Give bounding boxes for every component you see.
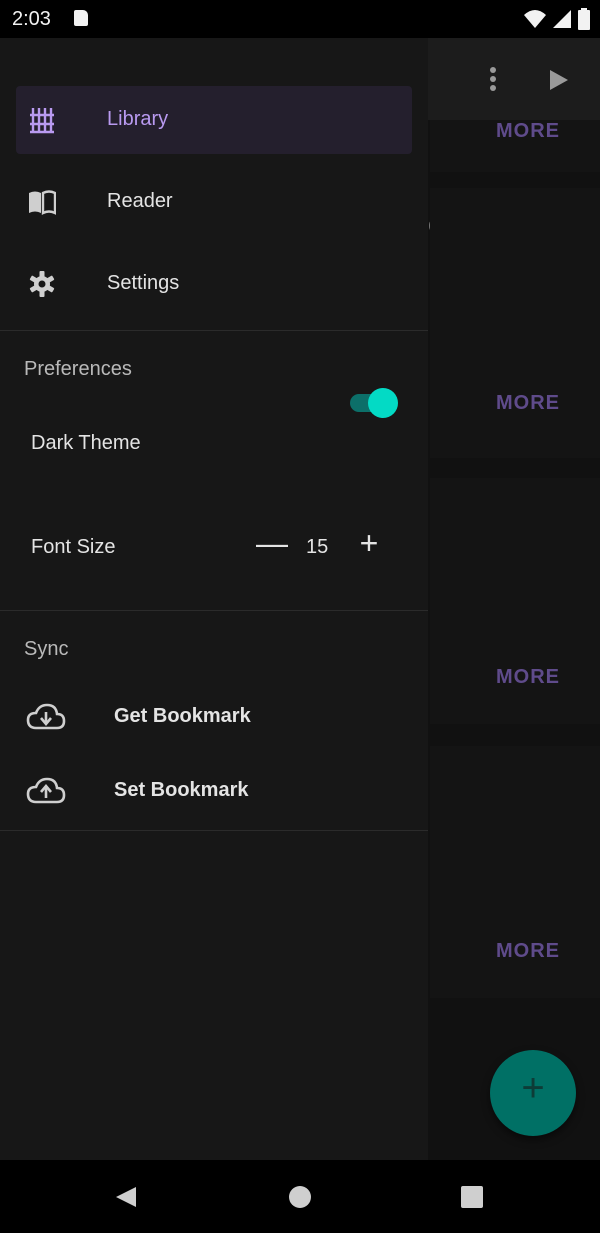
set-bookmark-button[interactable]: Set Bookmark (24, 762, 404, 818)
toggle-thumb (368, 388, 398, 418)
font-size-value: 15 (306, 536, 329, 558)
divider (0, 610, 428, 611)
overflow-menu-icon[interactable] (486, 66, 500, 94)
divider (0, 830, 428, 831)
wifi-icon (524, 10, 546, 28)
home-icon[interactable] (288, 1185, 312, 1209)
nav-item-label: Library (107, 108, 169, 130)
plus-icon: + (521, 1066, 545, 1110)
dark-theme-label: Dark Theme (31, 432, 141, 454)
signal-icon (553, 10, 571, 28)
status-time: 2:03 (12, 8, 51, 30)
play-icon[interactable] (548, 68, 570, 92)
sd-card-icon (74, 10, 88, 26)
nav-item-reader[interactable]: Reader (16, 168, 412, 236)
more-button[interactable]: MORE (496, 666, 560, 689)
gear-icon (29, 271, 55, 297)
card: MORE (430, 120, 600, 172)
card: MORE (430, 746, 600, 998)
increase-font-button[interactable]: + (354, 525, 384, 562)
card: MORE (430, 188, 600, 458)
set-bookmark-label: Set Bookmark (114, 779, 249, 801)
preferences-header: Preferences (24, 358, 132, 380)
divider (0, 330, 428, 331)
nav-item-settings[interactable]: Settings (16, 250, 412, 318)
cloud-upload-icon (26, 777, 66, 804)
more-button[interactable]: MORE (496, 940, 560, 963)
more-button[interactable]: MORE (496, 392, 560, 415)
nav-item-library[interactable]: Library (16, 86, 412, 154)
status-icons (524, 8, 590, 30)
navigation-drawer: Library Reader Settings Preferences Dark… (0, 38, 428, 1160)
get-bookmark-label: Get Bookmark (114, 705, 251, 727)
dark-theme-toggle[interactable] (350, 388, 400, 418)
library-icon (30, 108, 54, 134)
system-nav-bar (0, 1160, 600, 1233)
battery-icon (578, 8, 590, 30)
nav-item-label: Settings (107, 272, 180, 294)
nav-item-label: Reader (107, 190, 173, 212)
cloud-download-icon (26, 703, 66, 730)
decrease-font-button[interactable]: — (256, 525, 288, 562)
recents-icon[interactable] (460, 1185, 484, 1209)
back-icon[interactable] (114, 1185, 138, 1209)
card: MORE (430, 478, 600, 724)
status-bar: 2:03 (0, 0, 600, 38)
book-icon (29, 190, 56, 215)
add-fab-button[interactable]: + (490, 1050, 576, 1136)
get-bookmark-button[interactable]: Get Bookmark (24, 688, 404, 744)
font-size-label: Font Size (31, 536, 116, 558)
more-button[interactable]: MORE (496, 120, 560, 143)
sync-header: Sync (24, 638, 69, 660)
